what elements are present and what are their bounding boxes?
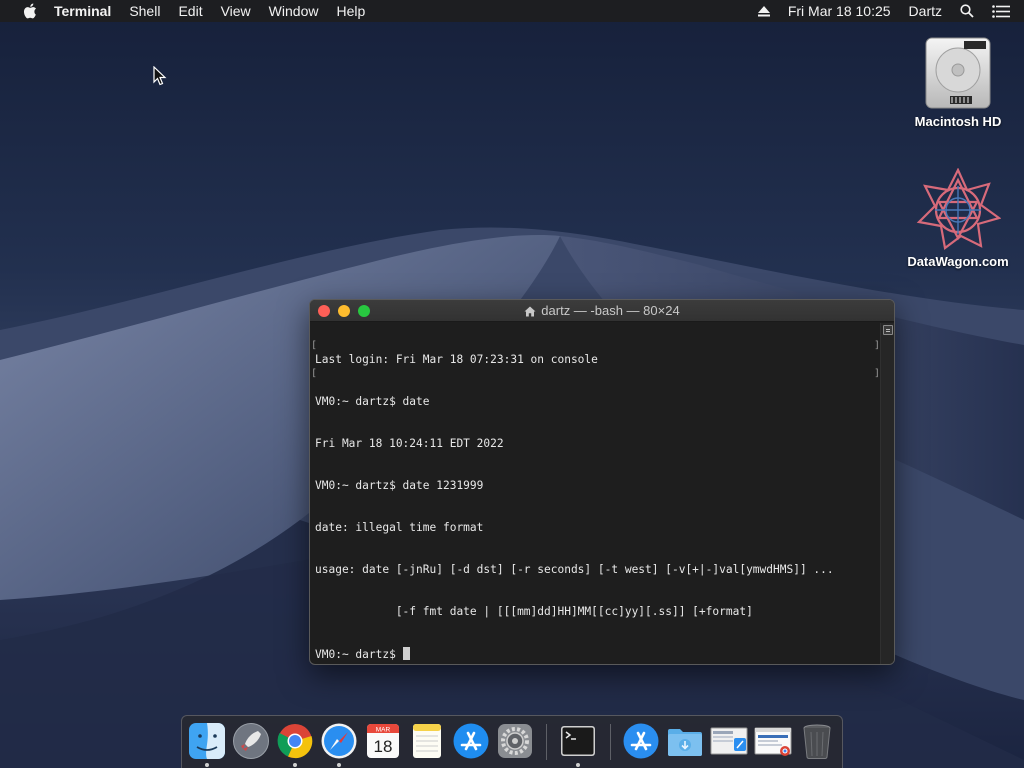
terminal-line: Last login: Fri Mar 18 07:23:31 on conso… (315, 353, 598, 366)
dock-separator (546, 724, 547, 760)
terminal-title-bar[interactable]: dartz — -bash — 80×24 (310, 300, 894, 322)
calendar-month: MAR (376, 727, 391, 734)
chrome-icon (277, 724, 313, 759)
trash-icon (803, 724, 831, 759)
dock-item-chrome[interactable] (276, 722, 314, 760)
menu-edit[interactable]: Edit (169, 0, 211, 22)
terminal-line: VM0:~ dartz$ date 1231999 (315, 479, 484, 492)
dock-item-applications[interactable] (622, 722, 660, 760)
dock-item-app-store[interactable] (452, 722, 490, 760)
app-store-icon (453, 723, 489, 759)
datawagon-logo-icon (916, 168, 1001, 250)
applications-folder-icon (623, 723, 659, 759)
running-indicator (337, 763, 341, 767)
calendar-icon: MAR 18 (367, 724, 399, 758)
menu-help[interactable]: Help (327, 0, 374, 22)
dock-item-finder[interactable] (188, 722, 226, 760)
notification-center-icon[interactable] (983, 0, 1024, 22)
running-indicator (293, 763, 297, 767)
screenshot-thumbnail-icon (710, 727, 748, 755)
home-icon (524, 306, 536, 316)
terminal-icon (561, 726, 595, 756)
desktop-icon-label: DataWagon.com (907, 254, 1009, 269)
hard-drive-icon (925, 37, 991, 109)
command-mark-icon: [ (311, 340, 318, 351)
dock: MAR 18 (181, 715, 843, 768)
eject-icon[interactable] (749, 0, 779, 22)
running-indicator (576, 763, 580, 767)
text-cursor (402, 647, 410, 660)
terminal-line: Fri Mar 18 10:24:11 EDT 2022 (315, 437, 504, 450)
dock-item-safari[interactable] (320, 722, 358, 760)
desktop-icon-datawagon[interactable]: DataWagon.com (903, 168, 1013, 269)
minimize-button[interactable] (338, 305, 350, 317)
dock-item-notes[interactable] (408, 722, 446, 760)
menu-app-terminal[interactable]: Terminal (54, 0, 120, 22)
window-controls (318, 305, 370, 317)
window-title-text: dartz — -bash — 80×24 (541, 303, 680, 318)
chrome-window-thumbnail-icon (754, 727, 792, 756)
menu-window[interactable]: Window (260, 0, 328, 22)
spotlight-search-icon[interactable] (951, 0, 983, 22)
mouse-cursor-icon (153, 65, 167, 86)
menu-bar-status-area: Fri Mar 18 10:25 Dartz (749, 0, 1024, 22)
zoom-button[interactable] (358, 305, 370, 317)
close-button[interactable] (318, 305, 330, 317)
command-mark-icon: [ (311, 368, 318, 379)
launchpad-icon (233, 723, 269, 759)
dock-item-calendar[interactable]: MAR 18 (364, 722, 402, 760)
window-title: dartz — -bash — 80×24 (524, 300, 680, 322)
downloads-folder-icon (668, 729, 702, 756)
terminal-window[interactable]: dartz — -bash — 80×24 Last login: Fri Ma… (309, 299, 895, 665)
running-indicator (205, 763, 209, 767)
dock-item-chrome-window[interactable] (754, 722, 792, 760)
terminal-line: VM0:~ dartz$ date (315, 395, 430, 408)
terminal-prompt-line: VM0:~ dartz$ (315, 647, 875, 661)
dock-item-downloads[interactable] (666, 722, 704, 760)
clock[interactable]: Fri Mar 18 10:25 (779, 0, 900, 22)
user-menu[interactable]: Dartz (900, 0, 951, 22)
desktop-icon-label: Macintosh HD (914, 114, 1002, 129)
dock-item-launchpad[interactable] (232, 722, 270, 760)
terminal-output[interactable]: Last login: Fri Mar 18 07:23:31 on conso… (310, 323, 880, 664)
split-pane-icon[interactable] (883, 325, 893, 335)
dock-item-system-preferences[interactable] (496, 722, 534, 760)
terminal-line: date: illegal time format (315, 521, 484, 534)
system-preferences-icon (498, 724, 532, 758)
terminal-scrollbar[interactable] (880, 323, 894, 664)
terminal-line: [-f fmt date | [[[mm]dd]HH]MM[[cc]yy][.s… (315, 605, 753, 618)
menu-view[interactable]: View (212, 0, 260, 22)
notes-icon (413, 724, 441, 758)
terminal-prompt: VM0:~ dartz$ (315, 648, 403, 661)
dock-item-screenshot[interactable] (710, 722, 748, 760)
dock-item-trash[interactable] (798, 722, 836, 760)
safari-icon (321, 723, 357, 759)
dock-separator (610, 724, 611, 760)
calendar-day: 18 (374, 737, 393, 756)
desktop-icon-macintosh-hd[interactable]: Macintosh HD (903, 34, 1013, 129)
menu-shell[interactable]: Shell (120, 0, 169, 22)
menu-bar: Terminal Shell Edit View Window Help Fri… (0, 0, 1024, 22)
finder-icon (189, 723, 225, 759)
dock-item-terminal[interactable] (559, 722, 597, 760)
apple-menu-icon[interactable] (20, 0, 40, 22)
terminal-line: usage: date [-jnRu] [-d dst] [-r seconds… (315, 563, 834, 576)
